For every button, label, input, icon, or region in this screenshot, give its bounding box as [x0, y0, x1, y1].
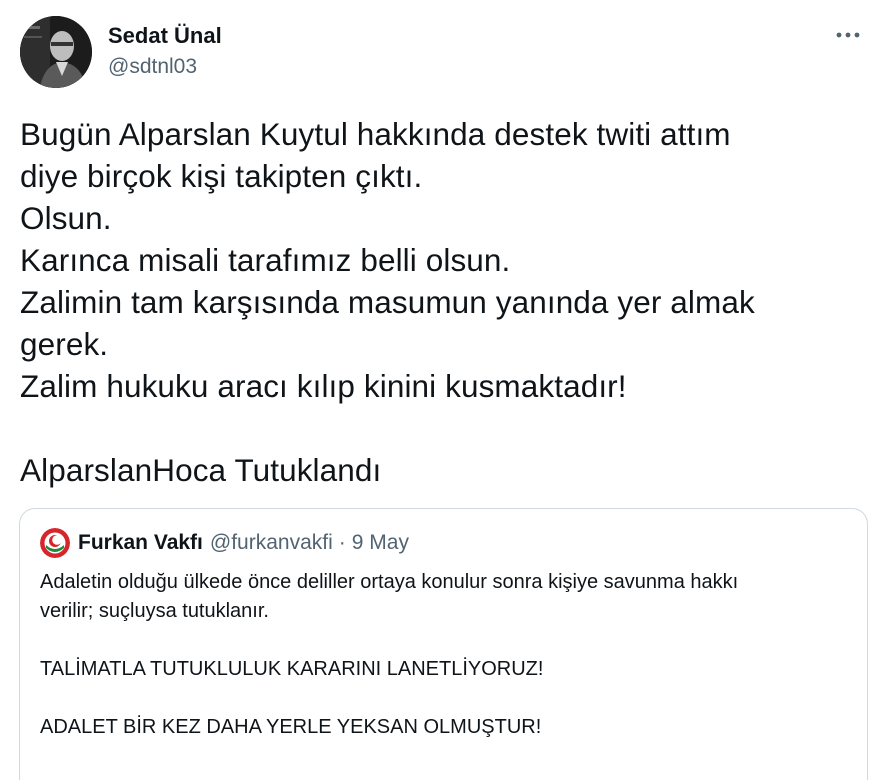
author-handle[interactable]: @sdtnl03 — [108, 53, 222, 81]
separator-dot: · — [338, 531, 346, 554]
more-horizontal-icon — [836, 32, 860, 38]
author-info: Sedat Ünal @sdtnl03 — [108, 22, 222, 81]
author-avatar[interactable] — [20, 16, 92, 88]
tweet-line: Bugün Alparslan Kuytul hakkında destek t… — [20, 116, 731, 152]
tweet-line: Zalim hukuku aracı kılıp kinini kusmakta… — [20, 368, 627, 404]
quoted-line: ADALET BİR KEZ DAHA YERLE YEKSAN OLMUŞTU… — [40, 716, 542, 738]
quoted-author-name[interactable]: Furkan Vakfı — [78, 531, 203, 555]
tweet-text: Bugün Alparslan Kuytul hakkında destek t… — [20, 113, 860, 491]
tweet-line: diye birçok kişi takipten çıktı. — [20, 158, 423, 194]
quoted-author-handle[interactable]: @furkanvakfi — [210, 531, 333, 555]
quoted-tweet-header: Furkan Vakfı @furkanvakfi · 9 May — [40, 525, 847, 561]
author-display-name[interactable]: Sedat Ünal — [108, 22, 222, 50]
tweet-line: gerek. — [20, 326, 109, 362]
furkan-vakfi-logo-icon — [40, 528, 70, 558]
tweet-line: Karınca misali tarafımız belli olsun. — [20, 242, 511, 278]
quoted-tweet-date[interactable]: 9 May — [352, 531, 409, 555]
tweet-line: Olsun. — [20, 200, 112, 236]
tweet: Sedat Ünal @sdtnl03 Bugün Alparslan Kuyt… — [0, 0, 882, 780]
quoted-tweet[interactable]: Furkan Vakfı @furkanvakfi · 9 May Adalet… — [19, 508, 868, 780]
more-options-button[interactable] — [828, 20, 868, 50]
quoted-line: verilir; suçluysa tutuklanır. — [40, 600, 269, 622]
quoted-line: Adaletin olduğu ülkede önce deliller ort… — [40, 571, 739, 593]
tweet-line: Zalimin tam karşısında masumun yanında y… — [20, 284, 755, 320]
quoted-tweet-text: Adaletin olduğu ülkede önce deliller ort… — [40, 568, 847, 742]
quoted-line: TALİMATLA TUTUKLULUK KARARINI LANETLİYOR… — [40, 658, 544, 680]
tweet-line: AlparslanHoca Tutuklandı — [20, 452, 382, 488]
quoted-author-avatar[interactable] — [40, 528, 70, 558]
